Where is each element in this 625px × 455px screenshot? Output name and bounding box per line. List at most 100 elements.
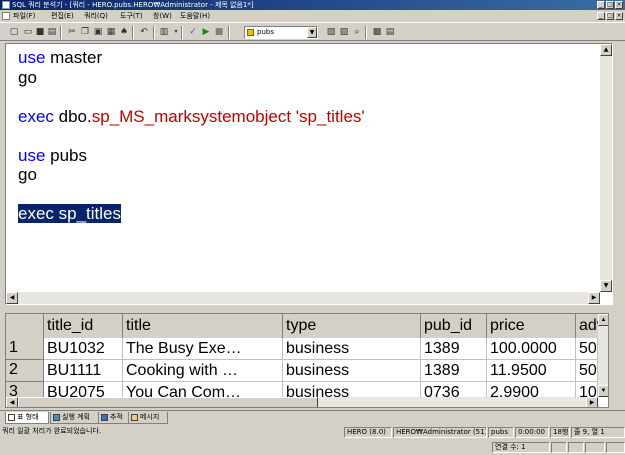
code-line-7: go [18,165,37,185]
new-query-icon[interactable]: ▢ [8,26,20,38]
current-connection-properties-icon[interactable]: ▩ [371,26,383,38]
grid-horizontal-scrollbar[interactable]: ◀ ▶ [6,397,598,407]
table-cell[interactable]: 1389 [421,360,487,382]
display-estimated-plan-icon[interactable]: ▧ [325,26,337,38]
grid-vertical-scrollbar[interactable]: ▲ ▼ [598,314,608,397]
results-grid[interactable]: title_id title type pub_id price adva 1 … [5,313,609,408]
mdi-close-icon[interactable]: × [615,12,623,20]
code-text: dbo. [53,107,92,126]
column-header[interactable]: type [283,314,421,338]
open-folder-icon[interactable]: ▭ [22,26,34,38]
status-row-count: 18행 [550,427,570,438]
table-cell[interactable]: BU1032 [44,338,123,360]
query-editor[interactable]: use master go exec dbo.sp_MS_marksystemo… [5,43,613,305]
find-icon[interactable]: ♠ [118,26,130,38]
corner-cell[interactable] [6,314,44,338]
menu-edit[interactable]: 편집(E) [51,10,74,22]
menu-tools[interactable]: 도구(T) [120,10,143,22]
undo-icon[interactable]: ↶ [138,26,150,38]
minimize-icon[interactable]: _ [597,1,605,9]
editor-horizontal-scrollbar[interactable]: ◀ ▶ [6,292,600,304]
editor-vertical-scrollbar[interactable]: ▲ ▼ [600,44,612,292]
table-cell[interactable]: 1389 [421,338,487,360]
scroll-down-icon[interactable]: ▼ [600,280,612,292]
object-search-icon[interactable]: ⌕ [351,26,363,38]
keyword-exec: exec [18,107,54,126]
insert-template-icon[interactable]: ▤ [46,26,58,38]
mdi-restore-icon[interactable]: □ [606,12,614,20]
table-cell[interactable]: 500( [576,338,598,360]
table-cell[interactable]: The Busy Exe… [123,338,283,360]
execute-mode-icon[interactable]: ▥ [158,26,170,38]
cancel-query-icon[interactable]: ■ [213,26,225,38]
query-analyzer-window: SQL 쿼리 분석기 - [쿼리 - HERO.pubs.HERO₩Admini… [0,0,625,455]
table-cell[interactable]: 11.9500 [487,360,576,382]
row-number[interactable]: 2 [6,360,44,382]
app-icon [2,1,10,9]
scroll-down-icon[interactable]: ▼ [598,385,608,397]
show-results-pane-icon[interactable]: ▤ [384,26,396,38]
status-connections: 연결 수: 1 [492,442,550,453]
scroll-up-icon[interactable]: ▲ [598,314,608,326]
status-panel-empty [551,442,567,453]
column-header[interactable]: adva [576,314,598,338]
scroll-thumb[interactable] [18,397,318,407]
object-browser-icon[interactable]: ▨ [338,26,350,38]
save-icon[interactable]: ■ [34,26,46,38]
paste-icon[interactable]: ▣ [92,26,104,38]
menu-bar: 파일(F) 편집(E) 쿼리(Q) 도구(T) 창(W) 도움말(H) _ □ … [0,10,625,22]
scroll-up-icon[interactable]: ▲ [600,44,612,56]
status-panel-empty [585,442,605,453]
procedure-name: sp_MS_marksystemobject [91,107,292,126]
status-user: HERO₩Administrator (51) [393,427,487,438]
mdi-minimize-icon[interactable]: _ [597,12,605,20]
row-number[interactable]: 1 [6,338,44,360]
maximize-icon[interactable]: □ [606,1,614,9]
scroll-left-icon[interactable]: ◀ [6,397,18,407]
table-cell[interactable]: BU1111 [44,360,123,382]
column-header[interactable]: title_id [44,314,123,338]
column-header[interactable]: price [487,314,576,338]
toolbar: ▢ ▭ ■ ▤ ✂ ❐ ▣ ▦ ♠ ↶ ▥ ▾ ✓ ▶ ■ pubs ▼ ▧ ▨… [0,22,625,41]
column-header[interactable]: pub_id [421,314,487,338]
tab-label: 메시지 [140,413,160,421]
execution-plan-icon [53,414,60,421]
menu-help[interactable]: 도움말(H) [180,10,210,22]
table-cell[interactable]: 500( [576,360,598,382]
status-panel-empty [568,442,584,453]
code-line-9: exec sp_titles [18,204,121,224]
menu-query[interactable]: 쿼리(Q) [84,10,108,22]
table-cell[interactable]: Cooking with … [123,360,283,382]
code-text: go [18,165,37,184]
toolbar-separator [153,26,155,39]
column-header[interactable]: title [123,314,283,338]
execute-query-icon[interactable]: ▶ [200,26,212,38]
status-bar-secondary: 연결 수: 1 [0,441,625,454]
table-cell[interactable]: business [283,338,421,360]
scroll-right-icon[interactable]: ▶ [588,292,600,304]
cut-icon[interactable]: ✂ [66,26,78,38]
scroll-left-icon[interactable]: ◀ [6,292,18,304]
tab-trace[interactable]: 추적 [98,412,132,424]
tab-messages[interactable]: 메시지 [128,412,168,424]
tab-grid[interactable]: 표 형태 [5,412,49,424]
tab-label: 실행 계획 [62,413,90,421]
clear-window-icon[interactable]: ▦ [105,26,117,38]
code-line-6: use pubs [18,146,87,166]
menu-window[interactable]: 창(W) [153,10,172,22]
status-panel-empty [606,442,625,453]
selected-code: exec sp_titles [18,204,121,223]
table-cell[interactable]: business [283,360,421,382]
string-literal: 'sp_titles' [291,107,365,126]
chevron-down-icon[interactable]: ▼ [307,27,317,38]
parse-query-icon[interactable]: ✓ [187,26,199,38]
table-cell[interactable]: 100.0000 [487,338,576,360]
code-line-4: exec dbo.sp_MS_marksystemobject 'sp_titl… [18,107,365,127]
toolbar-separator [181,26,183,39]
menu-file[interactable]: 파일(F) [13,10,35,22]
code-line-2: go [18,68,37,88]
scroll-right-icon[interactable]: ▶ [586,397,598,407]
database-select[interactable]: pubs ▼ [244,26,318,39]
close-icon[interactable]: × [615,1,623,9]
copy-icon[interactable]: ❐ [79,26,91,38]
